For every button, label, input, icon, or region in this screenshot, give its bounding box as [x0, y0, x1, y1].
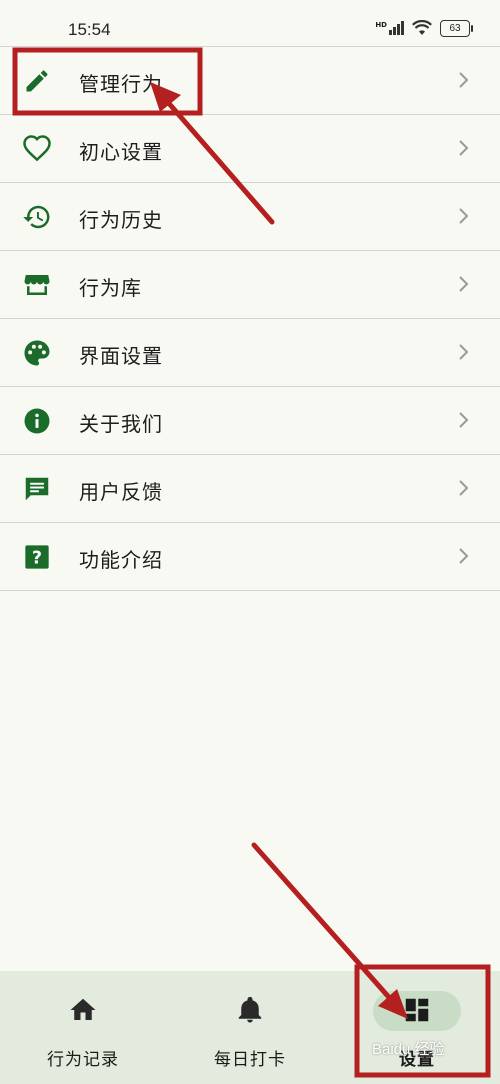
chevron-right-icon — [459, 208, 469, 224]
svg-text:?: ? — [32, 548, 42, 568]
dashboard-icon — [405, 998, 429, 1022]
nav-tab-label: 行为记录 — [47, 1050, 119, 1070]
menu-item-label: 关于我们 — [79, 412, 163, 436]
status-bar: 15:54 HD 63 — [0, 0, 500, 46]
menu-item-feature-intro[interactable]: ? 功能介绍 — [0, 523, 500, 591]
chevron-right-icon — [459, 480, 469, 496]
menu-item-behavior-history[interactable]: 行为历史 — [0, 183, 500, 251]
chevron-right-icon — [459, 344, 469, 360]
store-icon — [22, 270, 52, 300]
chevron-right-icon — [459, 72, 469, 88]
menu-item-label: 行为历史 — [79, 208, 163, 232]
menu-item-about-us[interactable]: 关于我们 — [0, 387, 500, 455]
menu-item-label: 界面设置 — [79, 344, 163, 368]
menu-item-behavior-library[interactable]: 行为库 — [0, 251, 500, 319]
menu-item-ui-settings[interactable]: 界面设置 — [0, 319, 500, 387]
chevron-right-icon — [459, 276, 469, 292]
menu-item-intent-settings[interactable]: 初心设置 — [0, 115, 500, 183]
chevron-right-icon — [459, 140, 469, 156]
menu-item-user-feedback[interactable]: 用户反馈 — [0, 455, 500, 523]
heart-icon — [22, 134, 52, 164]
bell-icon — [238, 996, 262, 1023]
nav-tab-behavior-records[interactable]: 行为记录 — [0, 971, 166, 1084]
palette-icon — [22, 338, 52, 368]
chevron-right-icon — [459, 412, 469, 428]
bottom-navigation: 行为记录 每日打卡 设置 — [0, 971, 500, 1084]
menu-item-label: 功能介绍 — [79, 548, 163, 572]
status-time: 15:54 — [68, 20, 111, 39]
watermark: Baidu 经验 — [372, 1041, 445, 1058]
menu-item-manage-behaviors[interactable]: 管理行为 — [0, 47, 500, 115]
help-icon: ? — [22, 542, 52, 572]
menu-item-label: 初心设置 — [79, 140, 163, 164]
pencil-icon — [22, 66, 52, 96]
menu-item-label: 行为库 — [79, 276, 142, 300]
home-icon — [70, 998, 96, 1020]
status-icons: HD 63 — [375, 18, 473, 38]
history-icon — [22, 202, 52, 232]
menu-item-label: 用户反馈 — [79, 480, 163, 504]
battery-icon: 63 — [440, 19, 473, 37]
nav-tab-label: 每日打卡 — [214, 1050, 286, 1070]
info-icon — [22, 406, 52, 436]
settings-menu-list: 管理行为 初心设置 行为历史 行为库 界面设置 关于我们 用户反馈 ? 功能介绍 — [0, 46, 500, 591]
wifi-icon — [412, 20, 432, 35]
nav-tab-settings[interactable]: 设置 — [334, 971, 500, 1084]
nav-tab-daily-checkin[interactable]: 每日打卡 — [167, 971, 333, 1084]
network-icon: HD — [375, 21, 404, 35]
chevron-right-icon — [459, 548, 469, 564]
feedback-icon — [22, 474, 52, 504]
menu-item-label: 管理行为 — [79, 72, 163, 96]
